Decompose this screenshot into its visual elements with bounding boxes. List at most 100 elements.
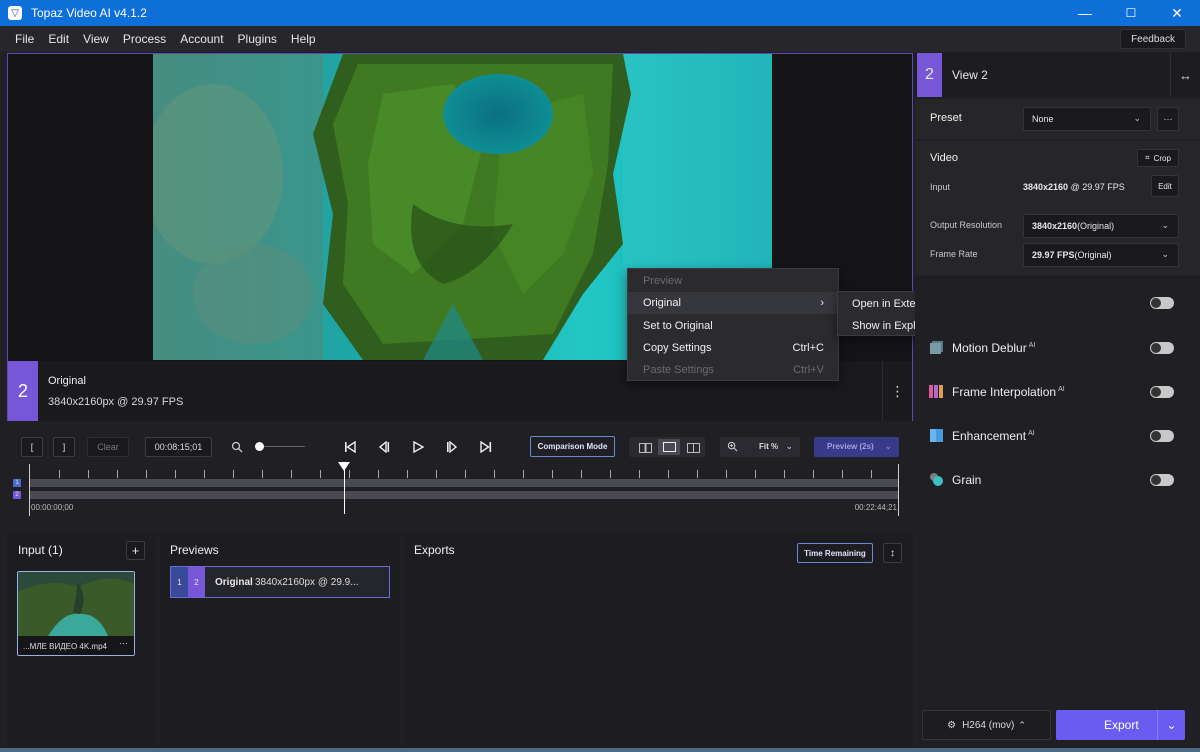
timeline-end-marker[interactable] <box>898 464 899 516</box>
feature-frame-interpolation[interactable]: Frame Interpolation AI <box>915 369 1200 413</box>
menu-process[interactable]: Process <box>116 32 173 46</box>
clear-button[interactable]: Clear <box>87 437 129 457</box>
preview-item-view2: 2 <box>188 567 205 597</box>
grain-label: Grain <box>952 473 982 487</box>
exports-panel-title: Exports <box>414 543 455 557</box>
context-menu: Preview Original › Set to Original Copy S… <box>627 268 839 381</box>
output-resolution-suffix: (Original) <box>1077 221 1115 231</box>
input-file-card[interactable]: ...МЛЕ ВИДЕО 4K.mp4 ··· <box>17 571 135 656</box>
previous-frame-icon[interactable] <box>375 438 393 456</box>
ruler-tick <box>465 470 466 478</box>
zoom-slider-handle[interactable] <box>255 442 264 451</box>
menu-file[interactable]: File <box>0 32 41 46</box>
crop-button[interactable]: ⌗ Crop <box>1137 149 1179 167</box>
sort-icon[interactable]: ↕ <box>883 543 902 563</box>
ruler-tick <box>117 470 118 478</box>
feature-toggle-hidden[interactable] <box>1150 297 1174 309</box>
output-resolution-dropdown[interactable]: 3840x2160 (Original) ⌄ <box>1023 214 1179 238</box>
single-view-icon[interactable] <box>658 439 680 455</box>
crop-label: Crop <box>1153 153 1171 163</box>
timeline-track-1[interactable] <box>29 479 899 487</box>
track-1-label: 1 <box>13 479 21 487</box>
previews-panel: Previews 1 2 Original 3840x2160px @ 29.9… <box>159 531 401 748</box>
preset-more-button[interactable]: ··· <box>1157 107 1179 131</box>
skip-to-end-icon[interactable] <box>477 438 495 456</box>
timecode-field[interactable]: 00:08:15;01 <box>145 437 212 457</box>
preview-item-name: Original <box>215 577 253 588</box>
comparison-mode-button[interactable]: Comparison Mode <box>530 436 615 457</box>
ruler-tick <box>668 470 669 478</box>
enhancement-label: Enhancement AI <box>952 429 1035 443</box>
add-input-button[interactable]: + <box>126 541 145 560</box>
feedback-button[interactable]: Feedback <box>1120 29 1186 49</box>
frame-rate-dropdown[interactable]: 29.97 FPS (Original) ⌄ <box>1023 243 1179 267</box>
view-number-badge[interactable]: 2 <box>8 361 38 421</box>
set-in-button[interactable]: [ <box>21 437 43 457</box>
ruler-tick <box>59 470 60 478</box>
side-by-side-icon[interactable] <box>634 440 656 455</box>
ctx-set-to-original[interactable]: Set to Original <box>628 315 838 337</box>
menu-view[interactable]: View <box>76 32 116 46</box>
frame-interpolation-icon <box>929 384 944 399</box>
export-button[interactable]: Export ⌄ <box>1056 710 1185 740</box>
zoom-in-icon <box>727 441 738 454</box>
preset-dropdown[interactable]: None ⌄ <box>1023 107 1151 131</box>
submenu-arrow-icon: › <box>820 297 824 309</box>
export-label: Export <box>1104 718 1139 732</box>
ruler-tick <box>581 470 582 478</box>
menu-edit[interactable]: Edit <box>41 32 76 46</box>
timeline[interactable]: 1 2 00:00:00;00 00:22:44;21 <box>7 462 913 520</box>
file-more-icon[interactable]: ··· <box>119 638 128 648</box>
skip-to-start-icon[interactable] <box>341 438 359 456</box>
edit-input-button[interactable]: Edit <box>1151 175 1179 197</box>
ruler-tick <box>842 470 843 478</box>
topaz-logo-icon: ▽ <box>8 6 22 20</box>
motion-deblur-label: Motion Deblur AI <box>952 341 1036 355</box>
divider <box>915 277 1200 279</box>
motion-deblur-toggle[interactable] <box>1150 342 1174 354</box>
preview-dropdown-icon[interactable]: ⌄ <box>884 441 892 452</box>
frame-interpolation-toggle[interactable] <box>1150 386 1174 398</box>
view-more-icon[interactable]: ⋮ <box>882 361 912 421</box>
ctx-copy-settings[interactable]: Copy Settings Ctrl+C <box>628 337 838 359</box>
ruler-tick <box>871 470 872 478</box>
timeline-end-time: 00:22:44;21 <box>854 503 897 512</box>
enhancement-toggle[interactable] <box>1150 430 1174 442</box>
feature-grain[interactable]: Grain <box>915 457 1200 501</box>
frame-interpolation-label: Frame Interpolation AI <box>952 385 1065 399</box>
output-resolution-label: Output Resolution <box>930 220 1003 230</box>
menu-plugins[interactable]: Plugins <box>231 32 284 46</box>
zoom-search-icon <box>228 438 246 456</box>
set-out-button[interactable]: ] <box>53 437 75 457</box>
grain-toggle[interactable] <box>1150 474 1174 486</box>
timeline-track-2[interactable] <box>29 491 899 499</box>
close-button[interactable]: ✕ <box>1154 0 1200 26</box>
menu-help[interactable]: Help <box>284 32 323 46</box>
track-2-label: 2 <box>13 491 21 499</box>
expand-horizontal-icon[interactable]: ↔ <box>1170 53 1200 97</box>
maximize-button[interactable]: ☐ <box>1108 0 1154 26</box>
playhead-handle[interactable] <box>337 462 350 471</box>
ruler-tick <box>349 470 350 478</box>
preview-item[interactable]: 1 2 Original 3840x2160px @ 29.9... <box>170 566 390 598</box>
play-icon[interactable] <box>409 438 427 456</box>
view-layout-group <box>629 437 705 457</box>
time-remaining-button[interactable]: Time Remaining <box>797 543 873 563</box>
split-view-icon[interactable] <box>682 440 704 455</box>
preview-button[interactable]: Preview (2s) ⌄ <box>814 437 899 457</box>
export-options-chevron-icon[interactable]: ⌄ <box>1157 710 1185 740</box>
chevron-down-icon: ⌄ <box>785 441 793 451</box>
ctx-original[interactable]: Original › <box>628 292 838 314</box>
input-resolution: 3840x2160 <box>1023 182 1069 192</box>
timeline-start-time: 00:00:00;00 <box>31 503 74 512</box>
window-title: Topaz Video AI v4.1.2 <box>31 6 147 20</box>
chevron-down-icon: ⌄ <box>1161 249 1169 259</box>
timeline-start-marker[interactable] <box>29 464 30 516</box>
zoom-dropdown[interactable]: Fit % ⌄ <box>720 437 800 457</box>
minimize-button[interactable]: — <box>1062 0 1108 26</box>
feature-motion-deblur[interactable]: Motion Deblur AI <box>915 325 1200 369</box>
menu-account[interactable]: Account <box>173 32 230 46</box>
codec-button[interactable]: ⚙ H264 (mov) ⌃ <box>922 710 1051 740</box>
next-frame-icon[interactable] <box>443 438 461 456</box>
feature-enhancement[interactable]: Enhancement AI <box>915 413 1200 457</box>
